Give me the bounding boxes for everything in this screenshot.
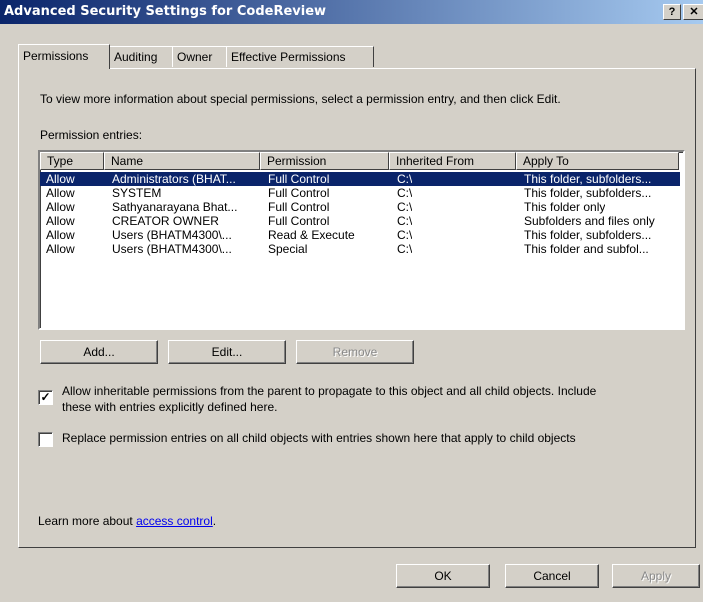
- edit-button[interactable]: Edit...: [168, 340, 286, 364]
- learn-more-text: Learn more about access control.: [38, 514, 216, 528]
- cell-type: Allow: [46, 200, 75, 214]
- list-header: Type Name Permission Inherited From Appl…: [40, 152, 683, 170]
- cell-inherited: C:\: [397, 214, 413, 228]
- column-header-name[interactable]: Name: [104, 152, 260, 170]
- cell-name: SYSTEM: [112, 186, 162, 200]
- column-header-apply-to[interactable]: Apply To: [516, 152, 679, 170]
- cell-permission: Full Control: [268, 186, 330, 200]
- replace-entries-label: Replace permission entries on all child …: [62, 431, 576, 445]
- cell-type: Allow: [46, 242, 75, 256]
- tab-effective-permissions[interactable]: Effective Permissions: [226, 46, 374, 67]
- add-button[interactable]: Add...: [40, 340, 158, 364]
- cell-permission: Full Control: [268, 172, 330, 186]
- cell-apply: This folder only: [524, 200, 606, 214]
- cell-inherited: C:\: [397, 242, 413, 256]
- cell-name: Administrators (BHAT...: [112, 172, 236, 186]
- info-text: To view more information about special p…: [40, 92, 561, 106]
- remove-button[interactable]: Remove: [296, 340, 414, 364]
- permission-entry-row[interactable]: Allow Users (BHATM4300\... Special C:\ This …: [40, 242, 680, 256]
- permission-entries-list[interactable]: Type Name Permission Inherited From Appl…: [38, 150, 685, 330]
- close-button[interactable]: ✕: [683, 4, 703, 20]
- column-header-inherited-from[interactable]: Inherited From: [389, 152, 516, 170]
- learn-more-prefix: Learn more about: [38, 514, 137, 528]
- cell-inherited: C:\: [397, 172, 413, 186]
- access-control-link[interactable]: access control: [136, 514, 213, 528]
- cell-permission: Read & Execute: [268, 228, 355, 242]
- cell-inherited: C:\: [397, 228, 413, 242]
- title-bar: Advanced Security Settings for CodeRevie…: [0, 0, 703, 24]
- learn-more-suffix: .: [212, 514, 217, 528]
- cell-apply: This folder, subfolders...: [524, 186, 652, 200]
- window-title: Advanced Security Settings for CodeRevie…: [4, 4, 327, 19]
- permission-entry-row[interactable]: Allow Users (BHATM4300\... Read & Execute C…: [40, 228, 680, 242]
- cell-name: Users (BHATM4300\...: [112, 242, 232, 256]
- cell-apply: This folder and subfol...: [524, 242, 649, 256]
- column-header-type[interactable]: Type: [40, 152, 104, 170]
- permission-entry-row[interactable]: Allow Sathyanarayana Bhat... Full Control C…: [40, 200, 680, 214]
- tab-owner[interactable]: Owner: [172, 46, 228, 67]
- cell-apply: This folder, subfolders...: [524, 172, 652, 186]
- cell-permission: Full Control: [268, 200, 330, 214]
- cell-name: CREATOR OWNER: [112, 214, 219, 228]
- inherit-permissions-label-line1: Allow inheritable permissions from the p…: [62, 384, 597, 398]
- replace-entries-checkbox[interactable]: [38, 432, 53, 447]
- cell-inherited: C:\: [397, 186, 413, 200]
- ok-button[interactable]: OK: [396, 564, 490, 588]
- column-header-permission[interactable]: Permission: [260, 152, 389, 170]
- tab-permissions[interactable]: Permissions: [18, 44, 110, 69]
- apply-button[interactable]: Apply: [612, 564, 700, 588]
- inherit-permissions-label-line2: these with entries explicitly defined he…: [62, 400, 278, 414]
- help-button[interactable]: ?: [663, 4, 681, 20]
- cell-type: Allow: [46, 214, 75, 228]
- cell-name: Users (BHATM4300\...: [112, 228, 232, 242]
- cell-type: Allow: [46, 172, 75, 186]
- permission-entries-label: Permission entries:: [40, 128, 143, 142]
- cell-type: Allow: [46, 186, 75, 200]
- cell-apply: This folder, subfolders...: [524, 228, 652, 242]
- cancel-button[interactable]: Cancel: [505, 564, 599, 588]
- cell-name: Sathyanarayana Bhat...: [112, 200, 238, 214]
- cell-permission: Full Control: [268, 214, 330, 228]
- permission-entry-row[interactable]: Allow Administrators (BHAT... Full Control…: [40, 172, 680, 186]
- permission-entry-row[interactable]: Allow CREATOR OWNER Full Control C:\ Subfold…: [40, 214, 680, 228]
- cell-inherited: C:\: [397, 200, 413, 214]
- cell-permission: Special: [268, 242, 308, 256]
- cell-type: Allow: [46, 228, 75, 242]
- inherit-permissions-checkbox[interactable]: ✓: [38, 390, 53, 405]
- tab-auditing[interactable]: Auditing: [109, 46, 179, 67]
- permission-entry-row[interactable]: Allow SYSTEM Full Control C:\ This folder, s…: [40, 186, 680, 200]
- cell-apply: Subfolders and files only: [524, 214, 655, 228]
